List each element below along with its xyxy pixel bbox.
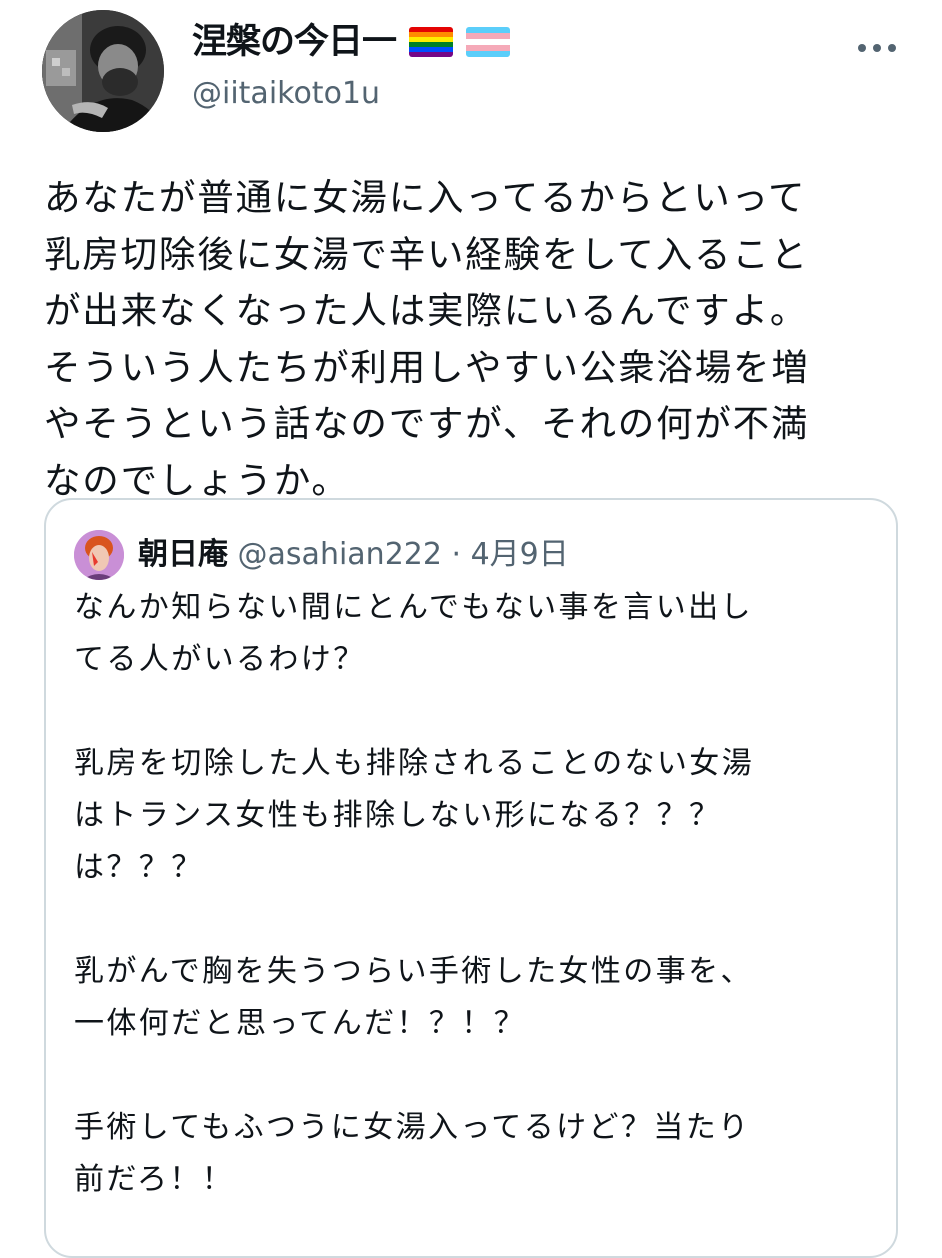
author-display-name[interactable]: 涅槃の今日一 [192, 22, 397, 62]
author-handle[interactable]: @iitaikoto1u [192, 72, 380, 116]
more-options-button[interactable] [852, 28, 902, 68]
quoted-author-name[interactable]: 朝日庵 [138, 537, 228, 572]
quoted-author-handle[interactable]: @asahian222 [238, 537, 442, 572]
tweet-text: あなたが普通に女湯に入ってるからといって 乳房切除後に女湯で辛い経験をして入るこ… [44, 176, 810, 502]
author-avatar[interactable] [42, 10, 164, 132]
more-dots-icon [858, 44, 896, 52]
quoted-author-avatar[interactable] [74, 530, 124, 580]
transgender-flag-icon [466, 27, 511, 57]
header-separator: · [451, 537, 462, 572]
quoted-tweet-text: なんか知らない間にとんでもない事を言い出し てる人がいるわけ？ 乳房を切除した人… [74, 590, 755, 1197]
rainbow-flag-icon [409, 27, 454, 57]
quoted-tweet-card[interactable]: 朝日庵 @asahian222 · 4月9日 なんか知らない間にとんでもない事を… [44, 498, 898, 1258]
quoted-tweet-header: 朝日庵 @asahian222 · 4月9日 [138, 534, 569, 576]
quoted-tweet-date[interactable]: 4月9日 [471, 537, 569, 572]
author-name-row[interactable]: 涅槃の今日一 [192, 20, 511, 64]
